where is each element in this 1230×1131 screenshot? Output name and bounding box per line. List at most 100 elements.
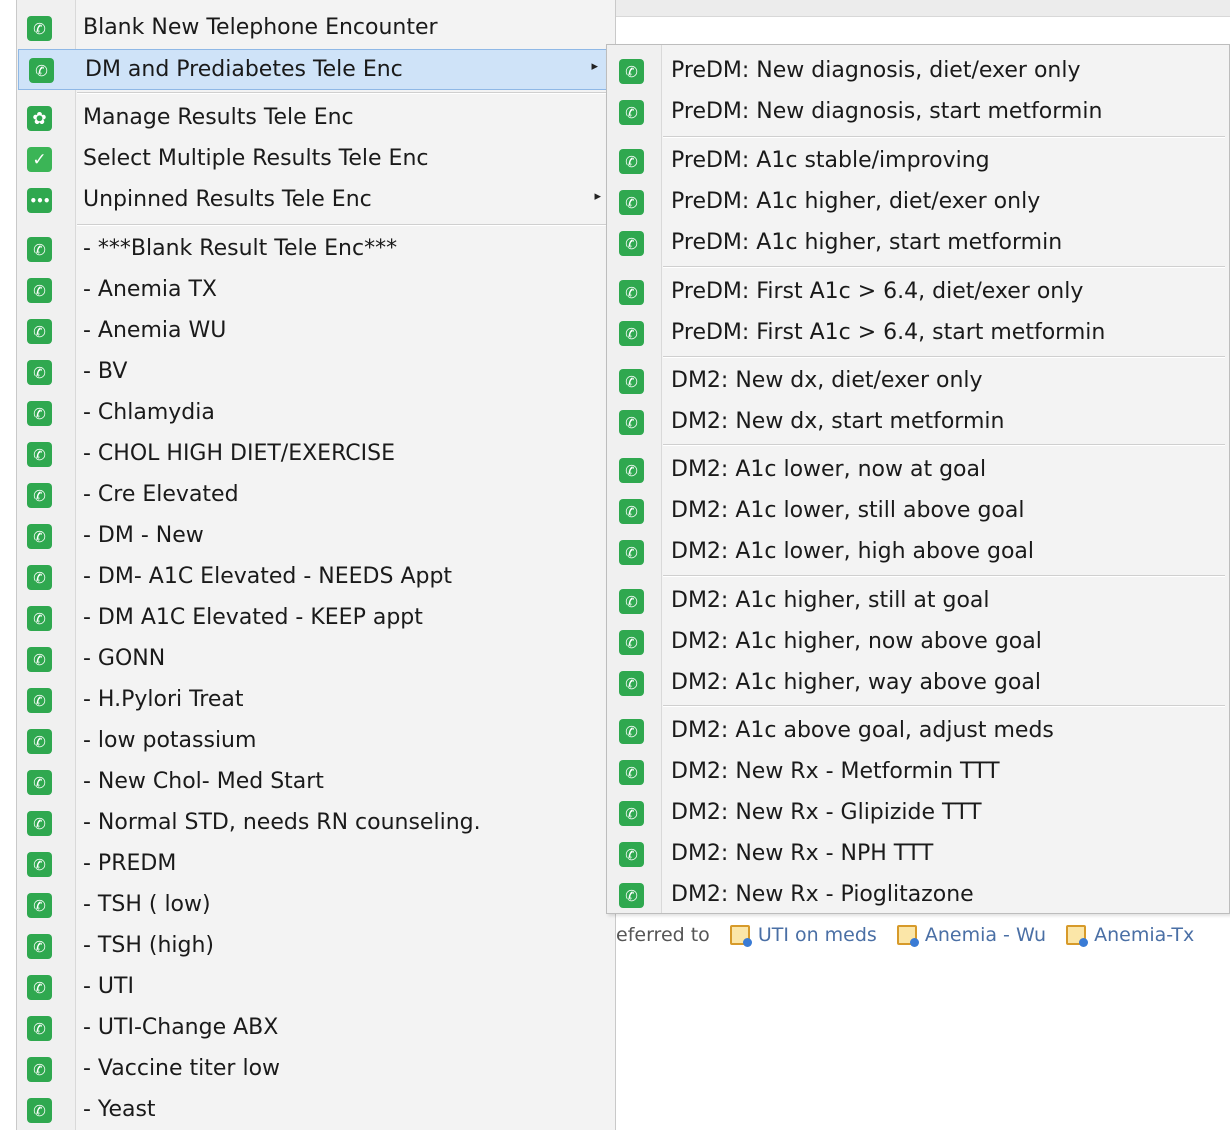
menu-item-dm-new[interactable]: ✆ - DM - New — [17, 516, 615, 557]
submenu-item-label: PreDM: A1c stable/improving — [671, 148, 990, 173]
menu-separator — [663, 356, 1225, 358]
submenu-item-dm2-a1c-lower-still-above-goal[interactable]: ✆ DM2: A1c lower, still above goal — [607, 491, 1229, 532]
submenu-arrow-icon: ▸ — [594, 189, 601, 204]
menu-item-manage-results-tele-enc[interactable]: ✿ Manage Results Tele Enc — [17, 98, 615, 139]
menu-item-label: - TSH (high) — [83, 933, 215, 958]
submenu-item-label: PreDM: First A1c > 6.4, diet/exer only — [671, 279, 1084, 304]
submenu-item-label: DM2: New Rx - Pioglitazone — [671, 882, 974, 907]
menu-item-select-multiple-results-tele-enc[interactable]: ✓ Select Multiple Results Tele Enc — [17, 139, 615, 180]
menu-item-blank-new-telephone-encounter[interactable]: ✆ Blank New Telephone Encounter — [17, 8, 615, 49]
menu-item-yeast[interactable]: ✆ - Yeast — [17, 1090, 615, 1131]
menu-item-h-pylori-treat[interactable]: ✆ - H.Pylori Treat — [17, 680, 615, 721]
menu-item-gonn[interactable]: ✆ - GONN — [17, 639, 615, 680]
menu-item-low-potassium[interactable]: ✆ - low potassium — [17, 721, 615, 762]
quick-item-anemia-wu[interactable]: Anemia - Wu — [896, 924, 1046, 947]
menu-item-label: - UTI — [83, 974, 134, 999]
submenu-item-label: PreDM: A1c higher, diet/exer only — [671, 189, 1041, 214]
dots-icon: ••• — [27, 188, 52, 213]
phone-icon: ✆ — [27, 606, 52, 631]
menu-item-chol-high-diet-exercise[interactable]: ✆ - CHOL HIGH DIET/EXERCISE — [17, 434, 615, 475]
submenu-item-dm2-new-rx-glipizide-ttt[interactable]: ✆ DM2: New Rx - Glipizide TTT — [607, 793, 1229, 834]
submenu-item-label: DM2: A1c lower, still above goal — [671, 498, 1025, 523]
phone-icon: ✆ — [619, 100, 644, 125]
menu-item-uti[interactable]: ✆ - UTI — [17, 967, 615, 1008]
quick-item-uti-on-meds[interactable]: UTI on meds — [729, 924, 877, 947]
menu-item-label: Select Multiple Results Tele Enc — [83, 146, 429, 171]
phone-icon: ✆ — [27, 893, 52, 918]
menu-item-dm-and-prediabetes-tele-enc[interactable]: ✆ DM and Prediabetes Tele Enc ▸ — [18, 49, 613, 90]
menu-item-uti-change-abx[interactable]: ✆ - UTI-Change ABX — [17, 1008, 615, 1049]
phone-icon: ✆ — [619, 149, 644, 174]
submenu-item-dm2-new-dx-start-metformin[interactable]: ✆ DM2: New dx, start metformin — [607, 402, 1229, 443]
submenu-item-dm2-a1c-above-goal-adjust-meds[interactable]: ✆ DM2: A1c above goal, adjust meds — [607, 711, 1229, 752]
phone-icon: ✆ — [619, 458, 644, 483]
phone-icon: ✆ — [27, 811, 52, 836]
phone-icon: ✆ — [619, 59, 644, 84]
submenu-item-dm2-new-rx-metformin-ttt[interactable]: ✆ DM2: New Rx - Metformin TTT — [607, 752, 1229, 793]
menu-item-dm-a1c-elevated-needs-appt[interactable]: ✆ - DM- A1C Elevated - NEEDS Appt — [17, 557, 615, 598]
menu-item-label: - Normal STD, needs RN counseling. — [83, 810, 481, 835]
phone-icon: ✆ — [27, 524, 52, 549]
phone-icon: ✆ — [27, 852, 52, 877]
menu-item-label: - Vaccine titer low — [83, 1056, 281, 1081]
submenu-item-dm2-a1c-lower-high-above-goal[interactable]: ✆ DM2: A1c lower, high above goal — [607, 532, 1229, 573]
submenu-item-predm-a1c-stable-improving[interactable]: ✆ PreDM: A1c stable/improving — [607, 141, 1229, 182]
submenu-item-label: DM2: A1c higher, now above goal — [671, 629, 1042, 654]
submenu-item-dm2-a1c-higher-still-at-goal[interactable]: ✆ DM2: A1c higher, still at goal — [607, 581, 1229, 622]
quick-text-icon — [729, 925, 752, 947]
background-quick-text-bar: eferred to UTI on meds Anemia - Wu Anemi… — [612, 914, 1230, 956]
check-icon: ✓ — [27, 147, 52, 172]
phone-icon: ✆ — [619, 499, 644, 524]
submenu-item-predm-a1c-higher-diet-exer-only[interactable]: ✆ PreDM: A1c higher, diet/exer only — [607, 182, 1229, 223]
submenu-item-predm-first-a1c-6-4-diet-exer-only[interactable]: ✆ PreDM: First A1c > 6.4, diet/exer only — [607, 272, 1229, 313]
menu-item-new-chol-med-start[interactable]: ✆ - New Chol- Med Start — [17, 762, 615, 803]
menu-item-label: - DM- A1C Elevated - NEEDS Appt — [83, 564, 453, 589]
quick-item-anemia-tx[interactable]: Anemia-Tx — [1066, 924, 1194, 947]
menu-item-tsh-high[interactable]: ✆ - TSH (high) — [17, 926, 615, 967]
submenu-item-label: DM2: A1c higher, still at goal — [671, 588, 990, 613]
submenu-item-predm-first-a1c-6-4-start-metformin[interactable]: ✆ PreDM: First A1c > 6.4, start metformin — [607, 313, 1229, 354]
menu-item-bv[interactable]: ✆ - BV — [17, 352, 615, 393]
submenu-item-label: DM2: A1c lower, high above goal — [671, 539, 1035, 564]
phone-icon: ✆ — [619, 719, 644, 744]
submenu-item-predm-new-diagnosis-start-metformin[interactable]: ✆ PreDM: New diagnosis, start metformin — [607, 92, 1229, 133]
menu-item-anemia-wu[interactable]: ✆ - Anemia WU — [17, 311, 615, 352]
phone-icon: ✆ — [619, 369, 644, 394]
menu-item-dm-a1c-elevated-keep-appt[interactable]: ✆ - DM A1C Elevated - KEEP appt — [17, 598, 615, 639]
menu-item-normal-std-needs-rn-counseling[interactable]: ✆ - Normal STD, needs RN counseling. — [17, 803, 615, 844]
phone-icon: ✆ — [27, 1057, 52, 1082]
menu-item-blank-result-tele-enc[interactable]: ✆ - ***Blank Result Tele Enc*** — [17, 229, 615, 270]
phone-icon: ✆ — [29, 58, 54, 83]
menu-item-label: Manage Results Tele Enc — [83, 105, 354, 130]
menu-item-label: - New Chol- Med Start — [83, 769, 324, 794]
menu-item-unpinned-results-tele-enc[interactable]: ••• Unpinned Results Tele Enc ▸ — [17, 180, 615, 221]
submenu-item-dm2-new-rx-pioglitazone[interactable]: ✆ DM2: New Rx - Pioglitazone — [607, 875, 1229, 916]
submenu-item-predm-a1c-higher-start-metformin[interactable]: ✆ PreDM: A1c higher, start metformin — [607, 223, 1229, 264]
submenu-item-dm2-new-rx-nph-ttt[interactable]: ✆ DM2: New Rx - NPH TTT — [607, 834, 1229, 875]
background-toolbar-strip — [615, 0, 1230, 17]
phone-icon: ✆ — [27, 770, 52, 795]
phone-icon: ✆ — [27, 319, 52, 344]
menu-item-label: - Anemia WU — [83, 318, 227, 343]
submenu-item-dm2-a1c-higher-way-above-goal[interactable]: ✆ DM2: A1c higher, way above goal — [607, 663, 1229, 704]
phone-icon: ✆ — [27, 729, 52, 754]
menu-item-label: - GONN — [83, 646, 166, 671]
menu-item-vaccine-titer-low[interactable]: ✆ - Vaccine titer low — [17, 1049, 615, 1090]
menu-item-chlamydia[interactable]: ✆ - Chlamydia — [17, 393, 615, 434]
menu-item-label: - DM - New — [83, 523, 204, 548]
menu-item-tsh-low[interactable]: ✆ - TSH ( low) — [17, 885, 615, 926]
menu-item-cre-elevated[interactable]: ✆ - Cre Elevated — [17, 475, 615, 516]
menu-item-label: DM and Prediabetes Tele Enc — [85, 57, 403, 82]
menu-item-anemia-tx[interactable]: ✆ - Anemia TX — [17, 270, 615, 311]
submenu-item-label: PreDM: First A1c > 6.4, start metformin — [671, 320, 1106, 345]
submenu-item-dm2-a1c-lower-now-at-goal[interactable]: ✆ DM2: A1c lower, now at goal — [607, 450, 1229, 491]
phone-icon: ✆ — [619, 883, 644, 908]
menu-separator — [77, 224, 611, 226]
menu-separator — [663, 705, 1225, 707]
menu-item-predm[interactable]: ✆ - PREDM — [17, 844, 615, 885]
submenu-item-predm-new-diagnosis-diet-exer-only[interactable]: ✆ PreDM: New diagnosis, diet/exer only — [607, 51, 1229, 92]
submenu-item-dm2-new-dx-diet-exer-only[interactable]: ✆ DM2: New dx, diet/exer only — [607, 361, 1229, 402]
context-menu: ✆ Blank New Telephone Encounter ✆ DM and Pr… — [16, 0, 616, 1130]
phone-icon: ✆ — [619, 589, 644, 614]
submenu-item-dm2-a1c-higher-now-above-goal[interactable]: ✆ DM2: A1c higher, now above goal — [607, 622, 1229, 663]
